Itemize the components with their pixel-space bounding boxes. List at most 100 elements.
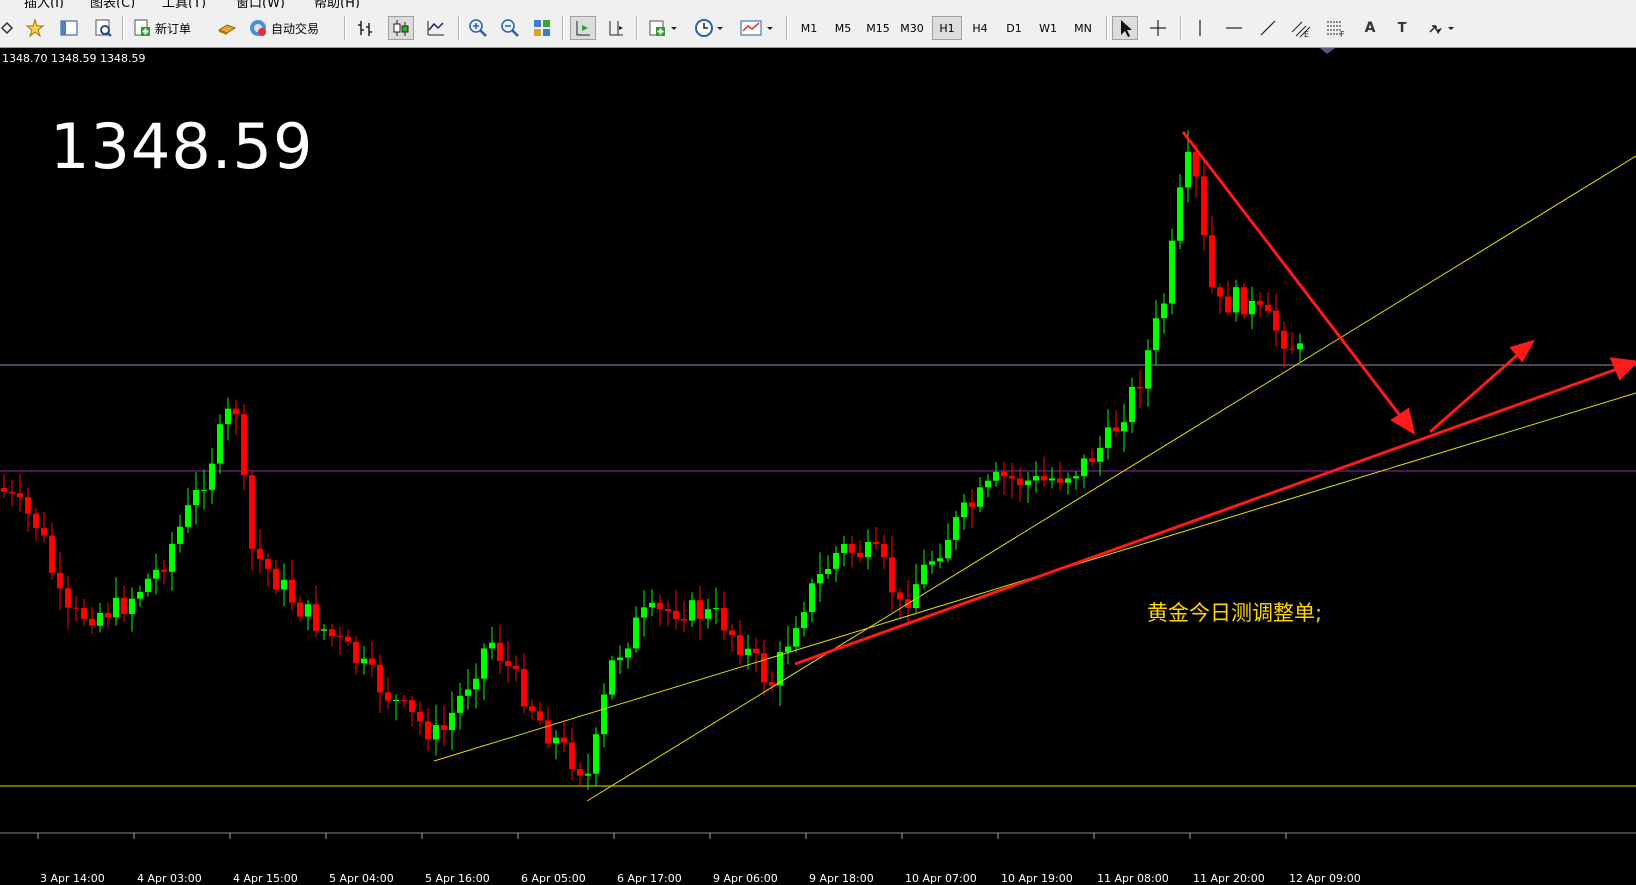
timeframe-m5[interactable]: M5	[828, 16, 858, 40]
line-chart-icon[interactable]	[424, 16, 448, 40]
zoom-in-icon[interactable]	[466, 16, 490, 40]
fibonacci-icon[interactable]: F	[1322, 16, 1350, 40]
text-tool[interactable]: A	[1358, 16, 1382, 40]
auto-trading-icon	[250, 20, 266, 36]
candle-body	[881, 544, 887, 558]
text-label-tool[interactable]: T	[1390, 16, 1414, 40]
profiles-icon[interactable]	[0, 16, 14, 40]
time-label: 5 Apr 04:00	[329, 872, 394, 885]
candle-body	[1169, 240, 1175, 304]
bar-chart-icon[interactable]	[354, 16, 378, 40]
menu-charts[interactable]: 图表(C)	[90, 0, 135, 8]
candle-body	[681, 619, 687, 621]
zoom-out-icon[interactable]	[498, 16, 522, 40]
candle-body	[241, 414, 247, 476]
timeframe-d1[interactable]: D1	[999, 16, 1029, 40]
time-label: 9 Apr 06:00	[713, 872, 778, 885]
candle-body	[1105, 427, 1111, 448]
candle-body	[409, 700, 415, 712]
timeframe-m15[interactable]: M15	[862, 16, 894, 40]
candle-body	[793, 628, 799, 647]
time-label: 10 Apr 07:00	[905, 872, 977, 885]
templates-dropdown[interactable]	[738, 16, 778, 40]
candle-body	[81, 607, 87, 619]
candle-body	[713, 608, 719, 610]
crosshair-icon[interactable]	[1146, 16, 1170, 40]
candle-body	[1233, 287, 1239, 313]
cursor-arrow-icon[interactable]	[1112, 16, 1138, 40]
timeframe-mn[interactable]: MN	[1067, 16, 1099, 40]
menu-tools[interactable]: 工具(T)	[162, 0, 206, 8]
candle-body	[73, 607, 79, 609]
candle-body	[489, 642, 495, 649]
candle-body	[481, 648, 487, 679]
menu-window[interactable]: 窗口(W)	[236, 0, 285, 8]
candle-body	[705, 609, 711, 619]
candle-body	[105, 612, 111, 618]
auto-scroll-icon[interactable]	[570, 16, 596, 40]
vertical-line-icon[interactable]	[1188, 16, 1212, 40]
timeframe-h1[interactable]: H1	[932, 16, 962, 40]
chart-shift-icon[interactable]	[604, 16, 628, 40]
candle-body	[281, 579, 287, 590]
candle-body	[1121, 422, 1127, 432]
candle-body	[1201, 176, 1207, 236]
candle-body	[505, 660, 511, 666]
candle-body	[585, 773, 591, 776]
candle-body	[89, 619, 95, 626]
candle-body	[249, 475, 255, 549]
new-order-icon	[134, 19, 150, 36]
candle-body	[393, 700, 399, 701]
candle-body	[1249, 300, 1255, 315]
candle-body	[601, 694, 607, 735]
candle-body	[161, 569, 167, 572]
candle-body	[1281, 330, 1287, 349]
arrows-dropdown[interactable]	[1424, 16, 1460, 40]
candle-body	[1209, 235, 1215, 288]
market-watch-gold-icon[interactable]	[216, 16, 238, 40]
candle-body	[553, 737, 559, 744]
candle-body	[169, 543, 175, 572]
timeframe-m30[interactable]: M30	[896, 16, 928, 40]
timeframe-w1[interactable]: W1	[1033, 16, 1063, 40]
candle-body	[1241, 287, 1247, 315]
tile-windows-icon[interactable]	[530, 16, 554, 40]
trendline-icon[interactable]	[1256, 16, 1280, 40]
indicators-dropdown[interactable]	[646, 16, 682, 40]
new-order-button[interactable]: 新订单	[132, 16, 212, 40]
candle-body	[761, 653, 767, 683]
candle-body	[865, 542, 871, 558]
candle-body	[1025, 480, 1031, 485]
menu-insert[interactable]: 插入(I)	[24, 0, 64, 8]
candle-body	[49, 535, 55, 573]
candle-body	[473, 678, 479, 690]
favorites-star-icon[interactable]	[24, 16, 46, 40]
candle-body	[1137, 386, 1143, 389]
candle-body	[969, 502, 975, 507]
time-label: 6 Apr 05:00	[521, 872, 586, 885]
candle-body	[1009, 476, 1015, 479]
candle-body	[785, 646, 791, 652]
horizontal-line-icon[interactable]	[1222, 16, 1246, 40]
candle-body	[929, 561, 935, 565]
timeframe-m1[interactable]: M1	[794, 16, 824, 40]
candle-body	[577, 769, 583, 776]
candlestick-chart-icon[interactable]	[388, 16, 414, 40]
candle-body	[1129, 386, 1135, 423]
equidistant-channel-icon[interactable]: E	[1288, 16, 1316, 40]
candle-body	[609, 660, 615, 695]
menu-help[interactable]: 帮助(H)	[314, 0, 360, 8]
candle-body	[273, 568, 279, 590]
candle-body	[433, 725, 439, 740]
candle-body	[41, 528, 47, 536]
timeframe-h4[interactable]: H4	[965, 16, 995, 40]
candle-body	[985, 480, 991, 488]
auto-trading-label: 自动交易	[271, 21, 320, 36]
candle-body	[465, 689, 471, 696]
data-window-icon[interactable]	[92, 16, 114, 40]
candle-body	[17, 493, 23, 497]
periods-clock-dropdown[interactable]	[692, 16, 728, 40]
auto-trading-button[interactable]: 自动交易	[248, 16, 340, 40]
navigator-window-icon[interactable]	[58, 16, 80, 40]
candle-body	[937, 558, 943, 562]
